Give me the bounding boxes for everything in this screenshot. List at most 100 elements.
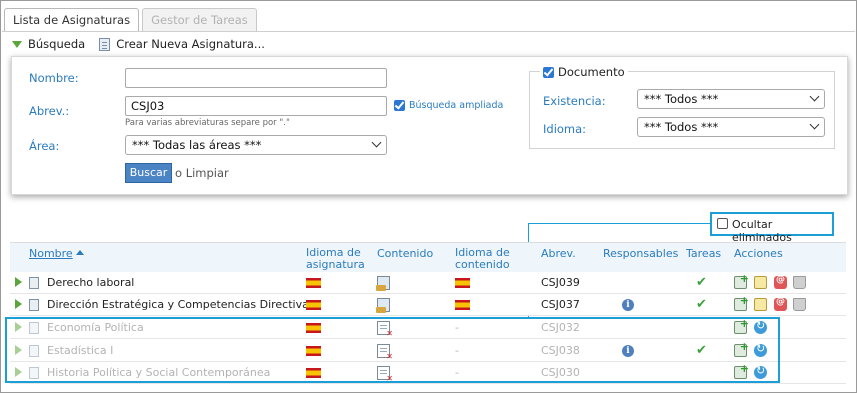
spain-flag-icon: [306, 278, 321, 288]
table-row[interactable]: Economía Política - CSJ032: [10, 317, 846, 339]
limpiar-link[interactable]: o Limpiar: [175, 166, 229, 180]
ocultar-eliminados-checkbox[interactable]: [717, 218, 728, 229]
new-subject-label: Crear Nueva Asignatura...: [116, 37, 265, 51]
copy-icon[interactable]: [734, 317, 749, 334]
existencia-label: Existencia:: [543, 94, 606, 108]
expand-triangle-icon: [12, 40, 22, 48]
subject-icon: [29, 277, 39, 289]
trash-icon[interactable]: [793, 298, 806, 311]
subject-name[interactable]: Historia Política y Social Contemporánea: [47, 362, 270, 384]
table-row[interactable]: Estadística I - CSJ038 i ✔: [10, 340, 846, 362]
existencia-select[interactable]: *** Todos ***: [637, 89, 825, 109]
buscar-button[interactable]: Buscar: [125, 163, 172, 183]
copy-icon[interactable]: [734, 294, 749, 311]
idioma-contenido-cell: -: [455, 344, 459, 357]
idioma-label: Idioma:: [543, 122, 587, 136]
search-toggle-label: Búsqueda: [28, 37, 86, 51]
acciones-header: Acciones: [734, 247, 783, 260]
expand-row-icon[interactable]: [15, 299, 22, 309]
restore-icon[interactable]: [754, 342, 767, 357]
spain-flag-icon: [306, 323, 321, 333]
table-row[interactable]: Derecho laboral CSJ039 ✔: [10, 272, 846, 294]
expand-row-icon[interactable]: [15, 322, 22, 332]
idioma-select[interactable]: *** Todos ***: [637, 117, 825, 137]
content-missing-icon[interactable]: [377, 344, 393, 361]
subject-icon: [29, 322, 39, 334]
subject-icon: [29, 299, 39, 311]
ocultar-eliminados-toggle[interactable]: Ocultar eliminados: [710, 212, 834, 244]
table-row[interactable]: Dirección Estratégica y Competencias Dir…: [10, 294, 846, 316]
idioma-contenido-cell: -: [455, 321, 459, 334]
spain-flag-icon: [455, 300, 470, 310]
restore-icon[interactable]: [754, 364, 767, 379]
tab-divider: [2, 31, 855, 32]
tab-lista-asignaturas[interactable]: Lista de Asignaturas: [4, 8, 140, 32]
busqueda-ampliada-label: Búsqueda ampliada: [409, 100, 504, 111]
idioma-contenido-cell: -: [455, 366, 459, 379]
table-row[interactable]: Historia Política y Social Contemporánea…: [10, 362, 846, 384]
chevron-down-icon: [809, 91, 820, 102]
abrev-cell: CSJ039: [541, 276, 580, 289]
restore-icon[interactable]: [754, 319, 767, 334]
contenido-header: Contenido: [377, 247, 434, 260]
table-header: Nombre Idioma de asignatura Contenido Id…: [10, 242, 846, 272]
content-document-icon[interactable]: [376, 298, 390, 313]
spain-flag-icon: [306, 346, 321, 356]
expand-row-icon[interactable]: [15, 345, 22, 355]
search-panel: Nombre: Abrev.: Búsqueda ampliada Para v…: [11, 56, 848, 195]
documento-checkbox[interactable]: [543, 66, 554, 78]
subject-name[interactable]: Derecho laboral: [47, 272, 134, 294]
abrev-input[interactable]: [125, 96, 387, 116]
responsables-header: Responsables: [603, 247, 679, 260]
info-icon[interactable]: i: [622, 345, 634, 357]
tareas-header: Tareas: [686, 247, 722, 260]
chevron-down-icon: [809, 119, 820, 130]
chevron-down-icon: [371, 137, 382, 148]
tab-gestor-tareas[interactable]: Gestor de Tareas: [142, 8, 257, 32]
new-document-icon: [99, 37, 111, 51]
abrev-hint: Para varias abreviaturas separe por ".": [125, 118, 290, 128]
expand-row-icon[interactable]: [15, 277, 22, 287]
highlight-connector: [528, 223, 710, 224]
subject-icon: [29, 367, 39, 379]
content-missing-icon[interactable]: [377, 321, 393, 338]
trash-icon[interactable]: [793, 276, 806, 289]
subject-name[interactable]: Dirección Estratégica y Competencias Dir…: [47, 294, 315, 316]
copy-icon[interactable]: [734, 272, 749, 289]
abrev-cell: CSJ030: [541, 366, 580, 379]
search-toggle-button[interactable]: Búsqueda: [12, 37, 85, 51]
abrev-cell: CSJ037: [541, 298, 580, 311]
existencia-select-value: *** Todos ***: [644, 92, 719, 106]
subject-name[interactable]: Estadística I: [47, 340, 113, 362]
spain-flag-icon: [306, 300, 321, 310]
email-icon[interactable]: [774, 275, 787, 289]
content-missing-icon[interactable]: [377, 366, 393, 383]
edit-icon[interactable]: [754, 276, 767, 289]
nombre-column-header[interactable]: Nombre: [29, 248, 73, 260]
busqueda-ampliada-checkbox[interactable]: [394, 100, 405, 111]
nombre-input[interactable]: [125, 68, 387, 88]
edit-icon[interactable]: [754, 298, 767, 311]
ocultar-eliminados-label: Ocultar eliminados: [732, 218, 792, 244]
subject-icon: [29, 345, 39, 357]
subject-name[interactable]: Economía Política: [47, 317, 144, 339]
idioma-contenido-header-2: contenido: [455, 258, 510, 271]
email-icon[interactable]: [774, 297, 787, 311]
check-icon: ✔: [696, 343, 707, 358]
idioma-select-value: *** Todos ***: [644, 120, 719, 134]
copy-icon[interactable]: [734, 362, 749, 379]
content-document-icon[interactable]: [376, 276, 390, 291]
area-label: Área:: [29, 139, 60, 153]
spain-flag-icon: [306, 368, 321, 378]
area-select-value: *** Todas las áreas ***: [132, 138, 262, 152]
new-subject-button[interactable]: Crear Nueva Asignatura...: [99, 37, 265, 51]
tab-bar: Lista de Asignaturas Gestor de Tareas: [4, 8, 257, 32]
area-select[interactable]: *** Todas las áreas ***: [125, 135, 387, 155]
sort-ascending-icon[interactable]: [76, 250, 84, 255]
abrev-cell: CSJ038: [541, 344, 580, 357]
copy-icon[interactable]: [734, 340, 749, 357]
expand-row-icon[interactable]: [15, 367, 22, 377]
check-icon: ✔: [696, 297, 707, 312]
check-icon: ✔: [696, 275, 707, 290]
info-icon[interactable]: i: [622, 299, 634, 311]
